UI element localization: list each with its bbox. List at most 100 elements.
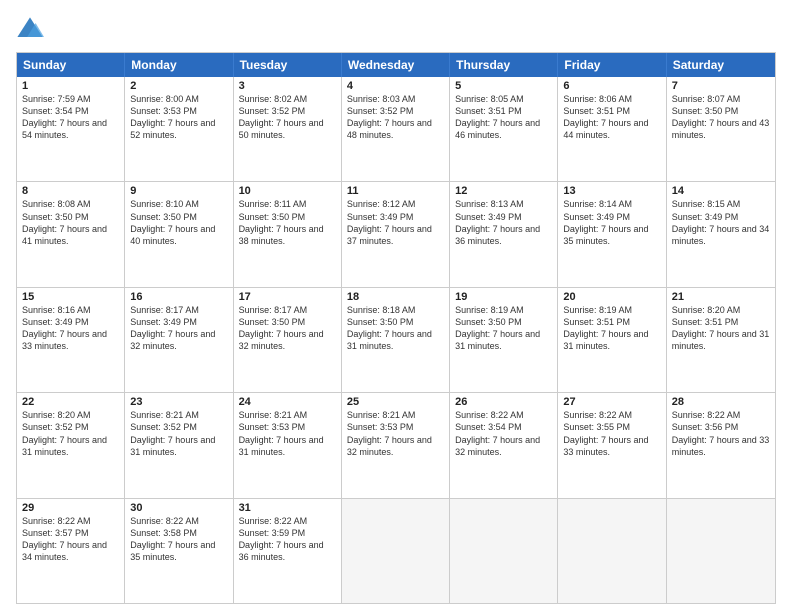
weekday-header: Thursday <box>450 53 558 77</box>
day-number: 17 <box>239 291 336 303</box>
page: SundayMondayTuesdayWednesdayThursdayFrid… <box>0 0 792 612</box>
day-number: 25 <box>347 396 444 408</box>
day-number: 8 <box>22 185 119 197</box>
calendar-day-cell: 28Sunrise: 8:22 AM Sunset: 3:56 PM Dayli… <box>667 393 775 497</box>
day-info: Sunrise: 8:22 AM Sunset: 3:59 PM Dayligh… <box>239 515 336 564</box>
day-number: 9 <box>130 185 227 197</box>
day-info: Sunrise: 8:20 AM Sunset: 3:51 PM Dayligh… <box>672 304 770 353</box>
calendar-day-cell: 31Sunrise: 8:22 AM Sunset: 3:59 PM Dayli… <box>234 499 342 603</box>
weekday-header: Wednesday <box>342 53 450 77</box>
day-number: 4 <box>347 80 444 92</box>
calendar-day-cell: 25Sunrise: 8:21 AM Sunset: 3:53 PM Dayli… <box>342 393 450 497</box>
logo-icon <box>16 16 44 44</box>
day-info: Sunrise: 8:02 AM Sunset: 3:52 PM Dayligh… <box>239 93 336 142</box>
calendar-day-cell: 21Sunrise: 8:20 AM Sunset: 3:51 PM Dayli… <box>667 288 775 392</box>
day-info: Sunrise: 8:21 AM Sunset: 3:53 PM Dayligh… <box>347 409 444 458</box>
day-info: Sunrise: 8:21 AM Sunset: 3:52 PM Dayligh… <box>130 409 227 458</box>
day-info: Sunrise: 8:15 AM Sunset: 3:49 PM Dayligh… <box>672 198 770 247</box>
day-info: Sunrise: 8:20 AM Sunset: 3:52 PM Dayligh… <box>22 409 119 458</box>
calendar-header: SundayMondayTuesdayWednesdayThursdayFrid… <box>17 53 775 77</box>
calendar-week-row: 1Sunrise: 7:59 AM Sunset: 3:54 PM Daylig… <box>17 77 775 181</box>
day-number: 27 <box>563 396 660 408</box>
calendar-day-cell: 6Sunrise: 8:06 AM Sunset: 3:51 PM Daylig… <box>558 77 666 181</box>
calendar-day-cell: 5Sunrise: 8:05 AM Sunset: 3:51 PM Daylig… <box>450 77 558 181</box>
day-info: Sunrise: 8:21 AM Sunset: 3:53 PM Dayligh… <box>239 409 336 458</box>
calendar-day-cell: 16Sunrise: 8:17 AM Sunset: 3:49 PM Dayli… <box>125 288 233 392</box>
day-info: Sunrise: 8:00 AM Sunset: 3:53 PM Dayligh… <box>130 93 227 142</box>
day-number: 7 <box>672 80 770 92</box>
day-number: 31 <box>239 502 336 514</box>
day-info: Sunrise: 8:10 AM Sunset: 3:50 PM Dayligh… <box>130 198 227 247</box>
calendar: SundayMondayTuesdayWednesdayThursdayFrid… <box>16 52 776 604</box>
day-info: Sunrise: 7:59 AM Sunset: 3:54 PM Dayligh… <box>22 93 119 142</box>
calendar-week-row: 22Sunrise: 8:20 AM Sunset: 3:52 PM Dayli… <box>17 392 775 497</box>
calendar-day-cell: 17Sunrise: 8:17 AM Sunset: 3:50 PM Dayli… <box>234 288 342 392</box>
day-info: Sunrise: 8:08 AM Sunset: 3:50 PM Dayligh… <box>22 198 119 247</box>
calendar-day-cell: 15Sunrise: 8:16 AM Sunset: 3:49 PM Dayli… <box>17 288 125 392</box>
day-info: Sunrise: 8:16 AM Sunset: 3:49 PM Dayligh… <box>22 304 119 353</box>
weekday-header: Monday <box>125 53 233 77</box>
calendar-body: 1Sunrise: 7:59 AM Sunset: 3:54 PM Daylig… <box>17 77 775 603</box>
day-info: Sunrise: 8:06 AM Sunset: 3:51 PM Dayligh… <box>563 93 660 142</box>
calendar-day-cell: 22Sunrise: 8:20 AM Sunset: 3:52 PM Dayli… <box>17 393 125 497</box>
day-number: 10 <box>239 185 336 197</box>
calendar-day-cell: 23Sunrise: 8:21 AM Sunset: 3:52 PM Dayli… <box>125 393 233 497</box>
day-number: 24 <box>239 396 336 408</box>
day-number: 18 <box>347 291 444 303</box>
day-number: 12 <box>455 185 552 197</box>
weekday-header: Saturday <box>667 53 775 77</box>
day-number: 2 <box>130 80 227 92</box>
day-number: 20 <box>563 291 660 303</box>
day-number: 29 <box>22 502 119 514</box>
day-info: Sunrise: 8:22 AM Sunset: 3:56 PM Dayligh… <box>672 409 770 458</box>
day-number: 21 <box>672 291 770 303</box>
day-info: Sunrise: 8:17 AM Sunset: 3:50 PM Dayligh… <box>239 304 336 353</box>
day-number: 22 <box>22 396 119 408</box>
calendar-day-cell: 12Sunrise: 8:13 AM Sunset: 3:49 PM Dayli… <box>450 182 558 286</box>
day-info: Sunrise: 8:12 AM Sunset: 3:49 PM Dayligh… <box>347 198 444 247</box>
calendar-day-cell <box>667 499 775 603</box>
calendar-day-cell: 13Sunrise: 8:14 AM Sunset: 3:49 PM Dayli… <box>558 182 666 286</box>
calendar-day-cell: 2Sunrise: 8:00 AM Sunset: 3:53 PM Daylig… <box>125 77 233 181</box>
calendar-day-cell: 19Sunrise: 8:19 AM Sunset: 3:50 PM Dayli… <box>450 288 558 392</box>
calendar-day-cell: 11Sunrise: 8:12 AM Sunset: 3:49 PM Dayli… <box>342 182 450 286</box>
calendar-week-row: 29Sunrise: 8:22 AM Sunset: 3:57 PM Dayli… <box>17 498 775 603</box>
day-info: Sunrise: 8:11 AM Sunset: 3:50 PM Dayligh… <box>239 198 336 247</box>
calendar-day-cell: 4Sunrise: 8:03 AM Sunset: 3:52 PM Daylig… <box>342 77 450 181</box>
day-info: Sunrise: 8:22 AM Sunset: 3:58 PM Dayligh… <box>130 515 227 564</box>
calendar-day-cell: 1Sunrise: 7:59 AM Sunset: 3:54 PM Daylig… <box>17 77 125 181</box>
calendar-day-cell: 18Sunrise: 8:18 AM Sunset: 3:50 PM Dayli… <box>342 288 450 392</box>
calendar-day-cell <box>450 499 558 603</box>
day-number: 19 <box>455 291 552 303</box>
day-info: Sunrise: 8:19 AM Sunset: 3:51 PM Dayligh… <box>563 304 660 353</box>
day-info: Sunrise: 8:14 AM Sunset: 3:49 PM Dayligh… <box>563 198 660 247</box>
day-number: 23 <box>130 396 227 408</box>
weekday-header: Tuesday <box>234 53 342 77</box>
calendar-day-cell: 27Sunrise: 8:22 AM Sunset: 3:55 PM Dayli… <box>558 393 666 497</box>
day-number: 13 <box>563 185 660 197</box>
day-number: 1 <box>22 80 119 92</box>
day-number: 11 <box>347 185 444 197</box>
calendar-week-row: 15Sunrise: 8:16 AM Sunset: 3:49 PM Dayli… <box>17 287 775 392</box>
calendar-day-cell: 7Sunrise: 8:07 AM Sunset: 3:50 PM Daylig… <box>667 77 775 181</box>
calendar-week-row: 8Sunrise: 8:08 AM Sunset: 3:50 PM Daylig… <box>17 181 775 286</box>
day-number: 28 <box>672 396 770 408</box>
day-number: 26 <box>455 396 552 408</box>
day-number: 5 <box>455 80 552 92</box>
day-info: Sunrise: 8:03 AM Sunset: 3:52 PM Dayligh… <box>347 93 444 142</box>
header <box>16 16 776 44</box>
day-info: Sunrise: 8:19 AM Sunset: 3:50 PM Dayligh… <box>455 304 552 353</box>
day-number: 14 <box>672 185 770 197</box>
day-info: Sunrise: 8:18 AM Sunset: 3:50 PM Dayligh… <box>347 304 444 353</box>
calendar-day-cell <box>558 499 666 603</box>
calendar-day-cell: 9Sunrise: 8:10 AM Sunset: 3:50 PM Daylig… <box>125 182 233 286</box>
day-number: 6 <box>563 80 660 92</box>
day-number: 16 <box>130 291 227 303</box>
calendar-day-cell: 26Sunrise: 8:22 AM Sunset: 3:54 PM Dayli… <box>450 393 558 497</box>
calendar-day-cell: 20Sunrise: 8:19 AM Sunset: 3:51 PM Dayli… <box>558 288 666 392</box>
day-info: Sunrise: 8:05 AM Sunset: 3:51 PM Dayligh… <box>455 93 552 142</box>
day-number: 3 <box>239 80 336 92</box>
calendar-day-cell: 8Sunrise: 8:08 AM Sunset: 3:50 PM Daylig… <box>17 182 125 286</box>
calendar-day-cell: 30Sunrise: 8:22 AM Sunset: 3:58 PM Dayli… <box>125 499 233 603</box>
logo <box>16 16 48 44</box>
